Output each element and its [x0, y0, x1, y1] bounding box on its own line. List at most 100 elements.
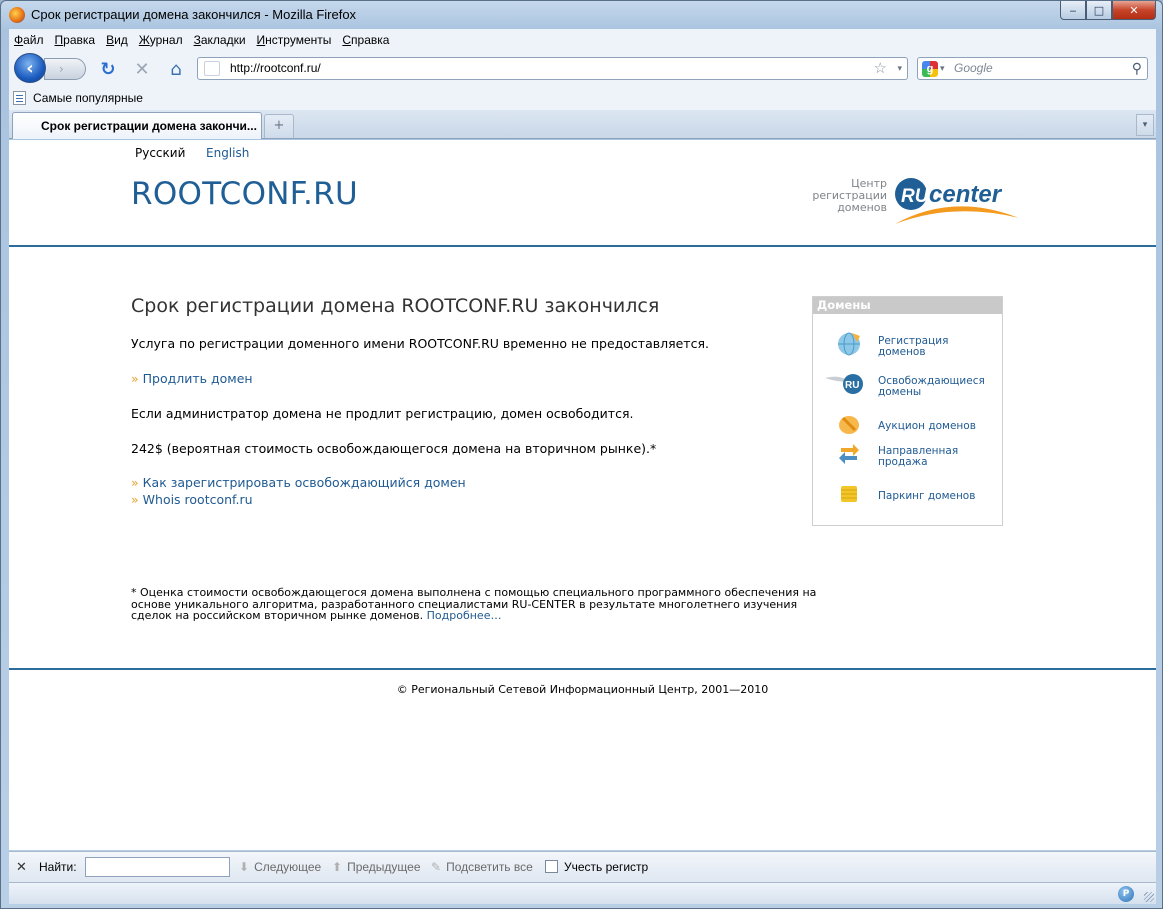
sidebar-item-label: Аукцион доменов [878, 421, 998, 432]
forward-button[interactable]: › [44, 58, 86, 80]
sidebar-item-line: доменов [878, 346, 926, 358]
find-next-button[interactable]: ⬇ Следующее [239, 860, 321, 874]
whois-label[interactable]: Whois rootconf.ru [143, 492, 253, 507]
menu-view[interactable]: Вид [106, 33, 128, 47]
lang-english-link[interactable]: English [206, 146, 249, 160]
minimize-button[interactable]: ‒ [1060, 1, 1086, 20]
sidebar-item-direct-sale[interactable]: Направленная продажа [813, 436, 1002, 470]
tab-list-button[interactable]: ▾ [1136, 114, 1154, 136]
highlight-all-button[interactable]: ✎ Подсветить все [431, 860, 533, 874]
find-input[interactable] [85, 857, 230, 877]
page-content: Русский English ROOTCONF.RU Центр регист… [9, 140, 1156, 850]
url-history-dropdown-icon[interactable]: ▾ [897, 58, 902, 79]
sidebar-item-line: продажа [878, 456, 928, 468]
header-divider [9, 245, 1156, 247]
menu-history[interactable]: Журнал [139, 33, 183, 47]
tab-active[interactable]: Срок регистрации домена закончи... [12, 112, 262, 139]
service-text: Услуга по регистрации доменного имени RO… [131, 336, 709, 351]
arrow-up-icon: ⬆ [332, 860, 343, 874]
resize-grip[interactable] [1144, 892, 1154, 902]
sidebar-item-line: домены [878, 386, 922, 398]
svg-text:RU: RU [845, 380, 859, 391]
google-icon[interactable]: g [922, 61, 938, 77]
sidebar-item-parking[interactable]: Паркинг доменов [813, 476, 1002, 510]
menu-edit[interactable]: Правка [55, 33, 96, 47]
menu-help[interactable]: Справка [342, 33, 389, 47]
how-to-register-link[interactable]: » Как зарегистрировать освобождающийся до… [131, 475, 466, 490]
url-bar[interactable]: http://rootconf.ru/ ☆ ▾ [197, 57, 908, 80]
arrows-icon [839, 444, 859, 464]
menu-file[interactable]: Файл [14, 33, 44, 47]
renew-domain-label[interactable]: Продлить домен [143, 371, 253, 386]
title-bar[interactable]: Срок регистрации домена закончился - Moz… [1, 1, 1162, 29]
rucenter-logo[interactable]: RU center [893, 172, 1023, 230]
close-button[interactable]: ✕ [1112, 1, 1156, 20]
sidebar-item-releasing[interactable]: RU Освобождающиеся домены [813, 366, 1002, 400]
lang-russian: Русский [135, 146, 186, 160]
rucenter-caption: Центр регистрации доменов [799, 178, 887, 214]
find-prev-button[interactable]: ⬆ Предыдущее [332, 860, 421, 874]
back-button[interactable]: ‹ [14, 53, 46, 83]
find-bar: ✕ Найти: ⬇ Следующее ⬆ Предыдущее ✎ Подсвет… [9, 851, 1156, 882]
bookmark-star-icon[interactable]: ☆ [874, 58, 887, 79]
sidebar-item-label: Паркинг доменов [878, 491, 998, 502]
search-icon[interactable]: ⚲ [1132, 58, 1142, 79]
sidebar-item-line: Аукцион доменов [878, 420, 976, 432]
reload-icon[interactable]: ↻ [97, 58, 119, 80]
sidebar-item-line: Паркинг доменов [878, 490, 976, 502]
svg-text:RU: RU [901, 186, 930, 207]
window-title: Срок регистрации домена закончился - Moz… [31, 7, 357, 22]
gavel-icon [839, 416, 859, 434]
stop-icon[interactable]: ✕ [131, 58, 153, 80]
globe-icon [838, 332, 860, 356]
sidebar-item-label: Направленная продажа [878, 446, 998, 468]
footer-divider [9, 668, 1156, 670]
highlight-all-label: Подсветить все [446, 860, 533, 874]
rucenter-caption-line: доменов [837, 201, 887, 214]
navigation-toolbar: › ‹ ↻ ✕ ⌂ http://rootconf.ru/ ☆ ▾ g ▾ Go… [9, 51, 1156, 83]
menu-bar: Файл Правка Вид Журнал Закладки Инструме… [9, 29, 1156, 51]
browser-chrome: Файл Правка Вид Журнал Закладки Инструме… [9, 29, 1156, 139]
menu-bookmarks[interactable]: Закладки [194, 33, 246, 47]
bookmark-folder-icon [13, 91, 26, 105]
search-placeholder: Google [954, 61, 993, 75]
price-footnote: * Оценка стоимости освобождающегося доме… [131, 587, 821, 622]
search-input[interactable]: g ▾ Google ⚲ [917, 57, 1148, 80]
browser-window: Срок регистрации домена закончился - Moz… [0, 0, 1163, 909]
match-case-checkbox[interactable] [545, 860, 558, 873]
firefox-icon [9, 7, 25, 23]
renew-domain-link[interactable]: » Продлить домен [131, 371, 253, 386]
release-text: Если администратор домена не продлит рег… [131, 406, 634, 421]
copyright: © Региональный Сетевой Информационный Це… [396, 683, 769, 696]
find-next-label: Следующее [254, 860, 322, 874]
addon-status-icon[interactable]: P [1118, 886, 1134, 902]
status-bar: P [9, 882, 1156, 904]
svg-text:center: center [929, 181, 1003, 208]
new-tab-button[interactable]: + [264, 114, 294, 138]
menu-tools[interactable]: Инструменты [257, 33, 332, 47]
find-prev-label: Предыдущее [347, 860, 421, 874]
raquo-bullet: » [131, 371, 139, 386]
sidebar-title: Домены [813, 297, 1002, 314]
coins-icon [841, 486, 857, 502]
find-label: Найти: [39, 860, 77, 874]
domains-sidebar: Домены Регистрация доменов RU Освобождаю… [812, 296, 1003, 526]
whois-link[interactable]: » Whois rootconf.ru [131, 492, 253, 507]
home-icon[interactable]: ⌂ [165, 58, 187, 80]
page-title: Срок регистрации домена ROOTCONF.RU зако… [131, 295, 660, 317]
sidebar-item-auction[interactable]: Аукцион доменов [813, 406, 1002, 440]
highlighter-icon: ✎ [431, 860, 442, 874]
more-link[interactable]: Подробнее… [427, 609, 502, 622]
engine-dropdown-icon[interactable]: ▾ [940, 58, 945, 79]
raquo-bullet: » [131, 492, 139, 507]
window-controls: ‒ □ ✕ [1060, 1, 1156, 20]
match-case-label[interactable]: Учесть регистр [564, 860, 648, 874]
site-identity-icon[interactable] [204, 61, 220, 76]
maximize-button[interactable]: □ [1086, 1, 1112, 20]
sidebar-item-label: Освобождающиеся домены [878, 376, 998, 398]
bookmark-most-visited[interactable]: Самые популярные [33, 91, 143, 105]
how-to-register-label[interactable]: Как зарегистрировать освобождающийся дом… [143, 475, 466, 490]
close-icon[interactable]: ✕ [16, 859, 27, 875]
price-text: 242$ (вероятная стоимость освобождающего… [131, 441, 657, 456]
sidebar-item-registration[interactable]: Регистрация доменов [813, 326, 1002, 360]
